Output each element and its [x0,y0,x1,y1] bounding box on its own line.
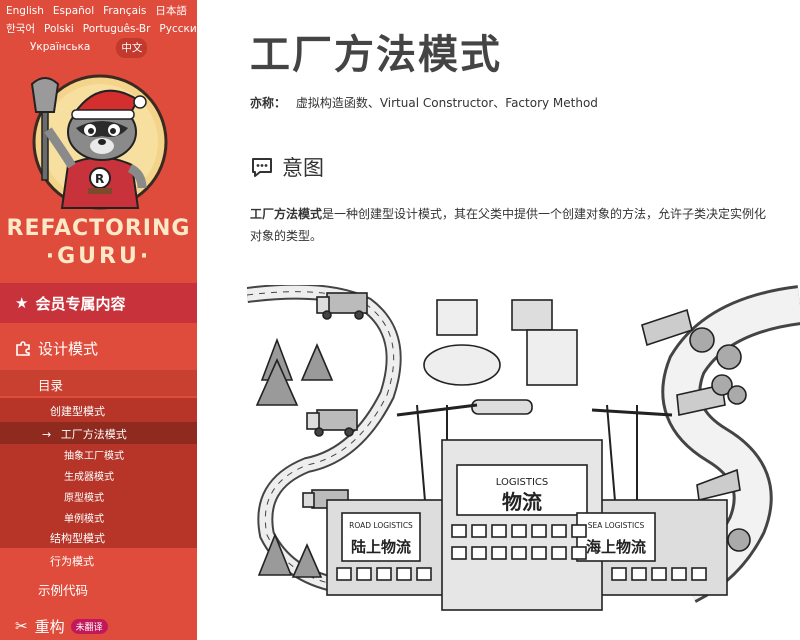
raccoon-mascot-logo[interactable]: R [18,70,178,210]
lang-french[interactable]: Français [103,2,146,20]
sea-logistics-en-label: SEA LOGISTICS [588,521,645,530]
nav-catalog[interactable]: 目录 [0,375,197,394]
lang-korean[interactable]: 한국어 [6,20,35,38]
lang-ukrainian[interactable]: Українська [30,38,90,58]
speech-bubble-icon [252,158,272,177]
lang-russian[interactable]: Русский [159,20,197,38]
puzzle-icon [16,341,30,356]
factory-method-illustration: LOGISTICS 物流 ROAD LOGISTICS 陆上物流 SEA LOG… [247,285,800,611]
intent-description: 工厂方法模式是一种创建型设计模式，其在父类中提供一个创建对象的方法，允许子类决定… [250,203,770,247]
language-switcher: English Español Français 日本語 한국어 Polski … [0,0,197,58]
nav-singleton[interactable]: 单例模式 [0,510,197,525]
page-title: 工厂方法模式 [250,32,502,78]
also-known-as: 亦称： 虚拟构造函数、Virtual Constructor、Factory M… [250,94,598,111]
lang-spanish[interactable]: Español [53,2,94,20]
sidebar: English Español Français 日本語 한국어 Polski … [0,0,197,640]
aka-value: 虚拟构造函数、Virtual Constructor、Factory Metho… [295,96,598,110]
lang-chinese[interactable]: 中文 [116,38,148,58]
nav-factory-method[interactable]: → 工厂方法模式 [0,426,197,442]
brand-wordmark-sub: ·GURU· [45,244,152,269]
nav-examples[interactable]: 示例代码 [0,580,197,599]
arrow-right-icon: → [42,428,52,441]
desc-bold: 工厂方法模式 [250,207,323,221]
lang-portuguese[interactable]: Português-Br [83,20,151,38]
nav-builder[interactable]: 生成器模式 [0,468,197,483]
nav-abstract-factory[interactable]: 抽象工厂模式 [0,447,197,462]
svg-text:R: R [95,172,104,186]
sea-logistics-zh-label: 海上物流 [586,538,646,556]
intent-heading-label: 意图 [282,156,324,180]
aka-label: 亦称： [250,96,287,110]
intent-heading: 意图 [250,152,324,182]
nav-refactoring[interactable]: ✂ 重构 未翻译 [0,614,197,638]
scissors-icon: ✂ [15,617,28,635]
lang-english[interactable]: English [6,2,44,20]
logistics-zh-label: 物流 [502,490,542,514]
nav-design-patterns-label: 设计模式 [38,339,99,358]
nav-creational[interactable]: 创建型模式 [0,403,197,419]
nav-behavioral[interactable]: 行为模式 [0,553,197,569]
brand-wordmark[interactable]: REFACTORING [0,216,197,241]
nav-structural[interactable]: 结构型模式 [0,530,197,546]
road-logistics-zh-label: 陆上物流 [351,538,411,556]
nav-members-label: 会员专属内容 [35,294,126,313]
nav-factory-method-label: 工厂方法模式 [60,428,127,441]
desc-rest: 是一种创建型设计模式，其在父类中提供一个创建对象的方法，允许子类决定实例化对象的… [250,207,767,243]
road-logistics-en-label: ROAD LOGISTICS [349,521,413,530]
untranslated-badge: 未翻译 [70,618,108,634]
star-icon: ★ [15,294,29,312]
lang-japanese[interactable]: 日本語 [155,2,187,20]
lang-polish[interactable]: Polski [44,20,74,38]
nav-prototype[interactable]: 原型模式 [0,489,197,504]
nav-members-content[interactable]: ★ 会员专属内容 [0,283,197,323]
nav-refactoring-label: 重构 [34,617,65,636]
logistics-en-label: LOGISTICS [496,477,549,488]
main-content: 工厂方法模式 亦称： 虚拟构造函数、Virtual Constructor、Fa… [197,0,800,640]
nav-design-patterns[interactable]: 设计模式 [0,335,197,361]
